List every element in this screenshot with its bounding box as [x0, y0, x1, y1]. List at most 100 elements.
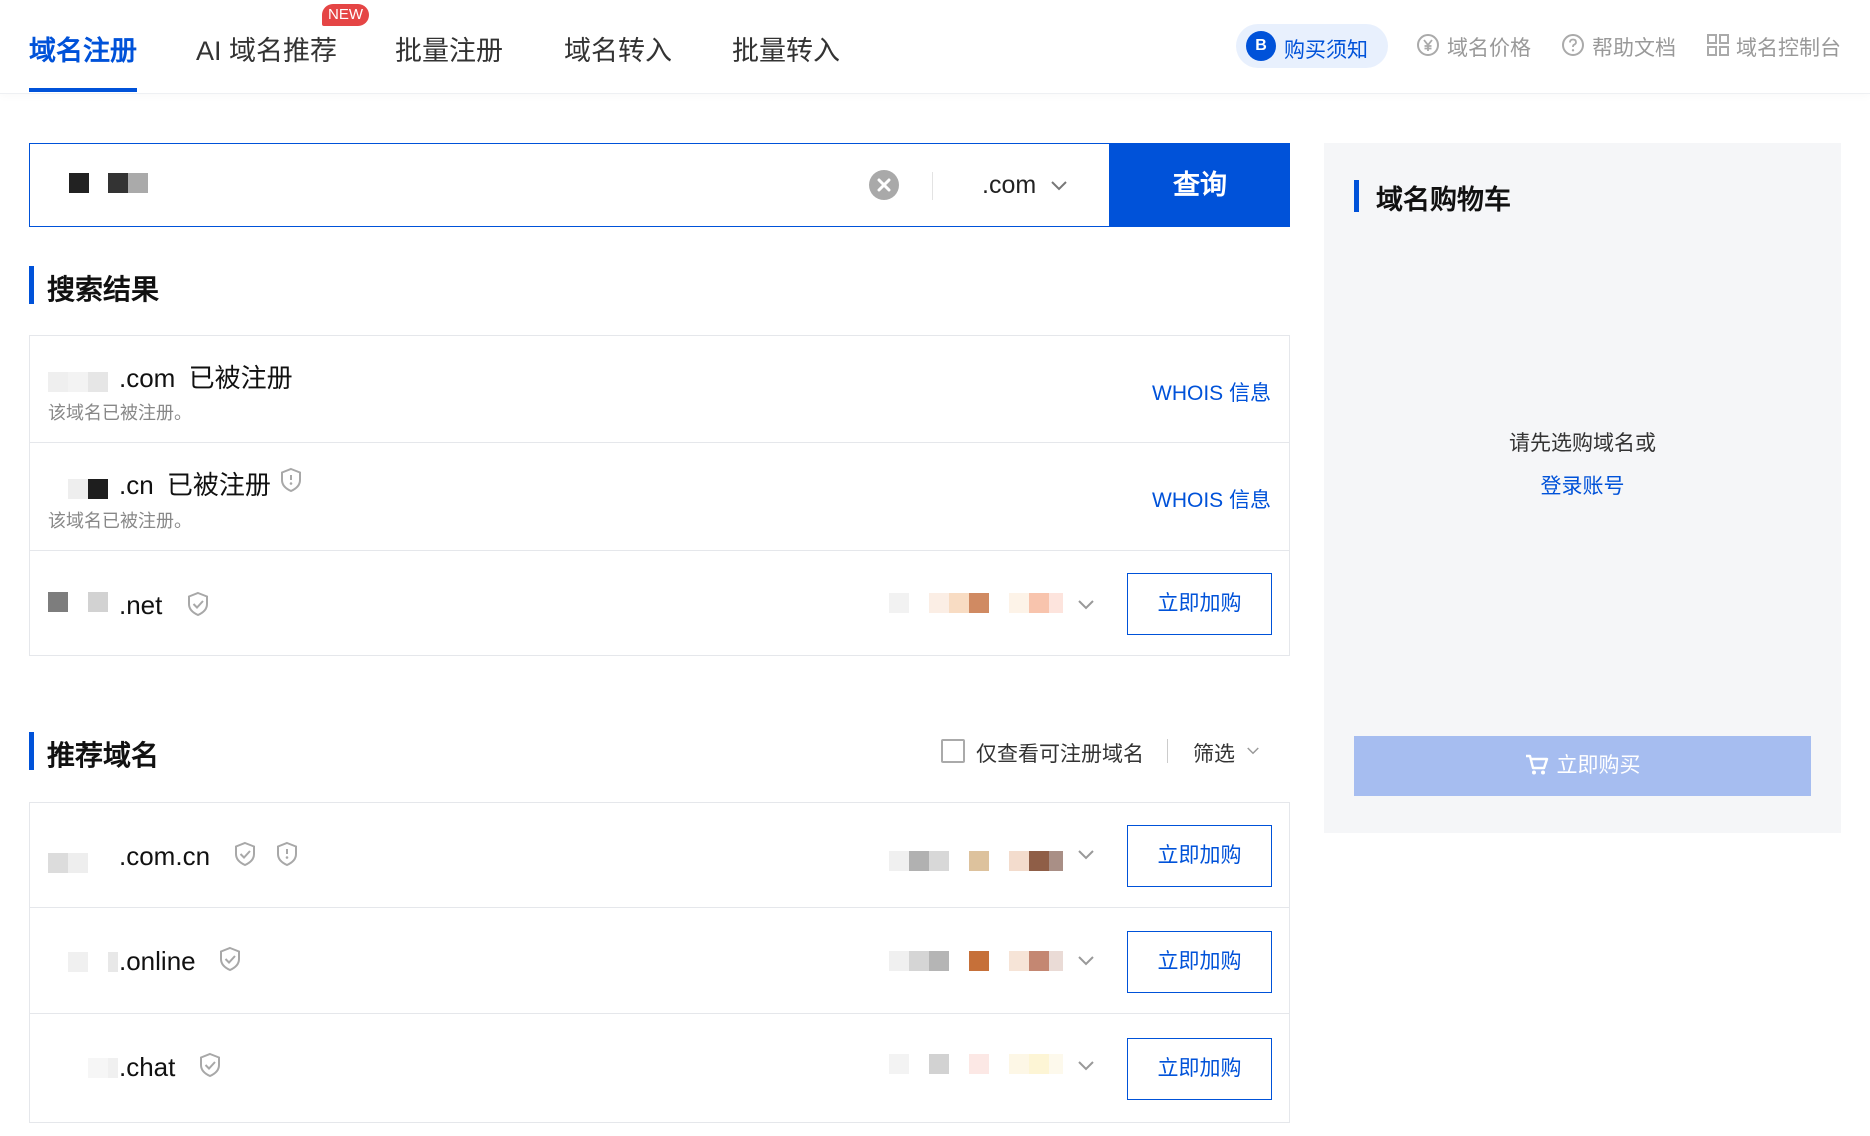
security-shield-icon — [277, 841, 297, 867]
search-results-title: 搜索结果 — [47, 274, 160, 305]
buy-now-label: 立即购买 — [1556, 754, 1641, 777]
verified-shield-icon — [220, 946, 240, 972]
obscured-price-block — [1009, 1054, 1029, 1074]
obscured-price-block — [1009, 951, 1029, 971]
obscured-name-block — [68, 479, 88, 499]
purchase-notice-button[interactable]: B 购买须知 — [1236, 24, 1388, 68]
cart-empty-text: 请先选购域名或 — [1509, 432, 1656, 455]
filter-dropdown[interactable]: 筛选 — [1193, 738, 1235, 768]
recommend-row-chat: .chat 立即加购 — [29, 1013, 1290, 1123]
obscured-name-block — [68, 372, 88, 392]
obscured-price-block — [949, 593, 969, 613]
domain-price-link[interactable]: 域名价格 — [1447, 32, 1531, 62]
chevron-down-icon[interactable] — [1077, 597, 1095, 613]
domain-name: .com 已被注册 — [119, 358, 293, 395]
obscured-name-block — [108, 952, 118, 972]
recommend-row-comcn: .com.cn 立即加购 — [29, 802, 1290, 908]
suffix-select-value[interactable]: .com — [982, 171, 1036, 200]
obscured-price-block — [1049, 593, 1063, 613]
obscured-price-block — [1029, 951, 1049, 971]
domain-note: 该域名已被注册。 — [48, 403, 192, 423]
obscured-price-block — [929, 951, 949, 971]
security-shield-icon — [281, 467, 301, 493]
notice-b-icon: B — [1246, 31, 1276, 61]
obscured-price-block — [909, 951, 929, 971]
obscured-price-block — [1049, 1054, 1063, 1074]
obscured-price-block — [1009, 851, 1029, 871]
section-bar — [1354, 180, 1359, 212]
cart-login-wrap: 登录账号 — [1324, 470, 1841, 500]
result-row-net: .net 立即加购 — [29, 550, 1290, 656]
obscured-query-block — [108, 173, 128, 193]
obscured-price-block — [1049, 851, 1063, 871]
chevron-down-icon[interactable] — [1050, 178, 1068, 194]
domain-suffix: .cn — [119, 470, 154, 500]
obscured-price-block — [929, 593, 949, 613]
domain-name: .cn 已被注册 — [119, 465, 271, 502]
obscured-name-block — [48, 592, 68, 612]
tab-domain-register[interactable]: 域名注册 — [29, 29, 137, 68]
help-docs-link[interactable]: 帮助文档 — [1592, 32, 1676, 62]
chevron-down-icon[interactable] — [1077, 1058, 1095, 1074]
tab-ai-recommend[interactable]: AI 域名推荐 — [196, 29, 337, 68]
section-bar — [29, 266, 34, 304]
result-row-com: .com 已被注册 该域名已被注册。 WHOIS 信息 — [29, 335, 1290, 443]
obscured-price-block — [909, 851, 929, 871]
add-to-cart-button[interactable]: 立即加购 — [1127, 573, 1272, 635]
obscured-price-block — [1049, 951, 1063, 971]
domain-suffix: .chat — [119, 1052, 176, 1082]
purchase-notice-label: 购买须知 — [1284, 39, 1368, 62]
divider — [1167, 739, 1168, 763]
tab-domain-transfer[interactable]: 域名转入 — [564, 29, 672, 68]
buy-now-button[interactable]: 立即购买 — [1354, 736, 1811, 796]
obscured-price-block — [1029, 1054, 1049, 1074]
domain-console-link[interactable]: 域名控制台 — [1736, 32, 1841, 62]
chevron-down-icon[interactable] — [1077, 847, 1095, 863]
domain-note: 该域名已被注册。 — [48, 511, 192, 531]
verified-shield-icon — [235, 841, 255, 867]
obscured-name-block — [68, 853, 88, 873]
recommend-title: 推荐域名 — [47, 740, 160, 771]
divider — [932, 172, 933, 200]
domain-suffix: .online — [119, 946, 196, 976]
add-to-cart-button[interactable]: 立即加购 — [1127, 931, 1272, 993]
login-link[interactable]: 登录账号 — [1541, 475, 1625, 498]
chevron-down-icon[interactable] — [1246, 745, 1260, 757]
only-available-checkbox[interactable] — [941, 739, 965, 763]
top-navigation: 域名注册 AI 域名推荐 NEW 批量注册 域名转入 批量转入 B 购买须知 域… — [0, 0, 1870, 94]
obscured-price-block — [1029, 851, 1049, 871]
grid-icon — [1707, 34, 1729, 56]
only-available-label[interactable]: 仅查看可注册域名 — [976, 738, 1144, 768]
domain-status: 已被注册 — [188, 363, 293, 393]
obscured-price-block — [929, 851, 949, 871]
obscured-name-block — [88, 1058, 108, 1078]
obscured-price-block — [969, 593, 989, 613]
domain-suffix: .com — [119, 363, 176, 393]
cart-title: 域名购物车 — [1376, 185, 1511, 215]
add-to-cart-button[interactable]: 立即加购 — [1127, 825, 1272, 887]
obscured-price-block — [1029, 593, 1049, 613]
question-circle-icon — [1562, 34, 1584, 56]
verified-shield-icon — [200, 1052, 220, 1078]
domain-search-input[interactable]: .com — [29, 143, 1110, 227]
tab-batch-transfer[interactable]: 批量转入 — [732, 29, 840, 68]
search-button[interactable]: 查询 — [1110, 143, 1290, 227]
chevron-down-icon[interactable] — [1077, 953, 1095, 969]
domain-suffix: .com.cn — [119, 841, 211, 871]
obscured-name-block — [88, 592, 108, 612]
result-row-cn: .cn 已被注册 该域名已被注册。 WHOIS 信息 — [29, 442, 1290, 551]
obscured-price-block — [969, 851, 989, 871]
whois-link[interactable]: WHOIS 信息 — [1152, 377, 1271, 407]
clear-icon[interactable] — [868, 169, 900, 201]
verified-shield-icon — [188, 591, 208, 617]
obscured-query-block — [69, 173, 89, 193]
section-bar — [29, 732, 34, 770]
add-to-cart-button[interactable]: 立即加购 — [1127, 1038, 1272, 1100]
domain-suffix: .net — [119, 590, 163, 620]
whois-link[interactable]: WHOIS 信息 — [1152, 484, 1271, 514]
tab-batch-register[interactable]: 批量注册 — [395, 29, 503, 68]
obscured-price-block — [889, 593, 909, 613]
obscured-name-block — [88, 479, 108, 499]
domain-status: 已被注册 — [166, 470, 271, 500]
obscured-price-block — [969, 951, 989, 971]
